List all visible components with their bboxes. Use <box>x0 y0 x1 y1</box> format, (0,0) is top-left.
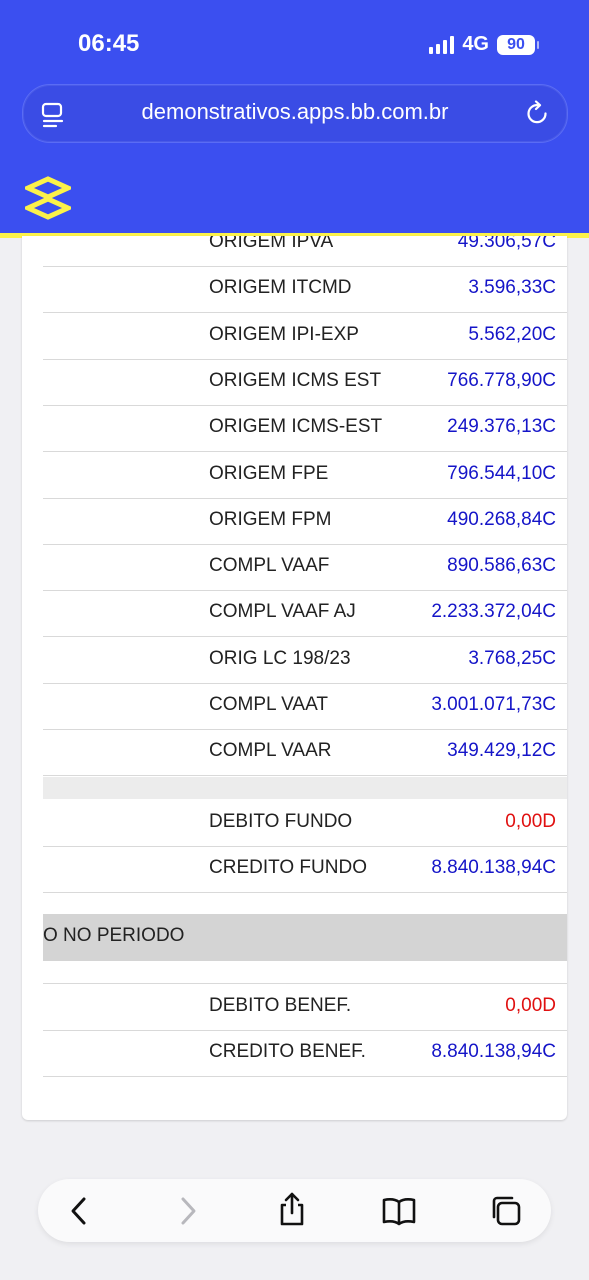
table-row: DEBITO BENEF. 0,00D <box>43 984 567 1031</box>
table-row: ORIGEM ICMS EST 766.778,90C <box>43 359 567 406</box>
row-label: ORIGEM ICMS EST <box>209 369 382 391</box>
table-row: COMPL VAAT 3.001.071,73C <box>43 683 567 730</box>
row-value: 0,00D <box>505 995 556 1016</box>
statement-card: ORIGEM IPVA 49.306,57C ORIGEM ITCMD 3.596,3… <box>22 236 567 1120</box>
row-label: ORIGEM FPE <box>209 462 329 484</box>
network-type: 4G <box>462 33 489 55</box>
row-value: 49.306,57C <box>457 236 556 252</box>
row-label: DEBITO FUNDO <box>209 811 353 832</box>
section-title: O NO PERIODO <box>43 925 185 946</box>
row-label: ORIG LC 198/23 <box>209 647 351 669</box>
signal-icon <box>429 35 455 54</box>
address-bar[interactable]: demonstrativos.apps.bb.com.br <box>22 84 568 143</box>
forward-icon[interactable] <box>169 1193 205 1229</box>
tabs-icon[interactable] <box>488 1193 524 1229</box>
table-row: ORIG LC 198/23 3.768,25C <box>43 637 567 684</box>
row-value: 349.429,12C <box>447 740 556 762</box>
table-row: ORIGEM ITCMD 3.596,33C <box>43 266 567 314</box>
row-label: COMPL VAAF AJ <box>209 601 356 623</box>
battery-level: 90 <box>507 35 525 53</box>
row-label: CREDITO BENEF. <box>209 1041 366 1062</box>
table-row: DEBITO FUNDO 0,00D <box>43 800 567 847</box>
status-indicators: 4G 90 <box>429 33 539 56</box>
status-time: 06:45 <box>78 30 140 57</box>
table-row: ORIGEM IPVA 49.306,57C <box>43 236 567 267</box>
row-label: ORIGEM IPVA <box>209 236 334 252</box>
row-value: 490.268,84C <box>447 508 556 530</box>
table-row: COMPL VAAF AJ 2.233.372,04C <box>43 590 567 638</box>
row-label: ORIGEM FPM <box>209 508 332 530</box>
battery-icon: 90 <box>497 34 539 55</box>
table-row: ORIGEM ICMS-EST 249.376,13C <box>43 405 567 453</box>
row-label: COMPL VAAR <box>209 740 332 762</box>
row-value: 249.376,13C <box>447 416 556 438</box>
table-row: COMPL VAAR 349.429,12C <box>43 729 567 777</box>
share-icon[interactable] <box>274 1191 310 1227</box>
row-value: 3.001.071,73C <box>431 694 556 715</box>
row-value: 890.586,63C <box>447 555 556 577</box>
row-label: ORIGEM ITCMD <box>209 277 352 299</box>
bookmarks-icon[interactable] <box>381 1193 417 1229</box>
row-value: 766.778,90C <box>447 369 556 391</box>
row-label: CREDITO FUNDO <box>209 857 367 878</box>
row-value: 0,00D <box>505 811 556 832</box>
browser-header: 06:45 4G 90 demonstrativos.apps.bb.com.b… <box>0 0 589 233</box>
row-value: 796.544,10C <box>447 462 556 484</box>
spacer-band <box>43 777 567 799</box>
section-header: O NO PERIODO <box>43 914 567 961</box>
bb-logo[interactable] <box>25 176 71 220</box>
row-label: COMPL VAAT <box>209 694 328 715</box>
table-row: COMPL VAAF 890.586,63C <box>43 544 567 592</box>
browser-toolbar <box>38 1179 551 1242</box>
row-value: 3.768,25C <box>468 647 556 669</box>
table-row: ORIGEM FPE 796.544,10C <box>43 452 567 499</box>
table-row: CREDITO FUNDO 8.840.138,94C <box>43 846 567 893</box>
row-value: 2.233.372,04C <box>431 601 556 623</box>
url-text[interactable]: demonstrativos.apps.bb.com.br <box>23 99 567 125</box>
table-row: ORIGEM FPM 490.268,84C <box>43 498 567 545</box>
reload-icon[interactable] <box>525 100 551 128</box>
row-value: 5.562,20C <box>468 323 556 345</box>
table-row: ORIGEM IPI-EXP 5.562,20C <box>43 313 567 360</box>
row-value: 3.596,33C <box>468 277 556 299</box>
row-value: 8.840.138,94C <box>431 1041 556 1062</box>
row-value: 8.840.138,94C <box>431 857 556 878</box>
row-label: COMPL VAAF <box>209 555 330 577</box>
row-label: ORIGEM IPI-EXP <box>209 323 359 345</box>
row-label: ORIGEM ICMS-EST <box>209 416 383 438</box>
back-icon[interactable] <box>62 1193 98 1229</box>
spacer-row <box>43 961 567 984</box>
table-row: CREDITO BENEF. 8.840.138,94C <box>43 1030 567 1077</box>
row-label: DEBITO BENEF. <box>209 995 352 1016</box>
